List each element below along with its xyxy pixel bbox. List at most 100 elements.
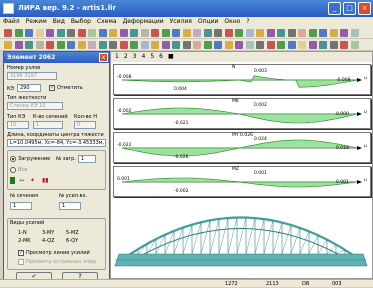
toolbar-icon[interactable]	[88, 29, 96, 37]
force-5mz[interactable]: 5-MZ	[66, 230, 79, 236]
toolbar-icon[interactable]	[287, 41, 296, 49]
load-num-field[interactable]: 1	[78, 155, 96, 163]
count-field[interactable]: 0	[74, 121, 96, 129]
toolbar-icon[interactable]	[119, 29, 128, 37]
toolbar-icon[interactable]	[109, 29, 117, 37]
toolbar-icon[interactable]	[161, 29, 170, 37]
toolbar-icon[interactable]	[224, 29, 233, 37]
toolbar-icon[interactable]	[98, 29, 107, 37]
toolbar-icon[interactable]	[67, 29, 75, 37]
fe-field[interactable]: 290	[17, 84, 41, 92]
toolbar-icon[interactable]	[119, 41, 128, 49]
toolbar-icon[interactable]	[340, 41, 348, 49]
toolbar-icon[interactable]	[245, 29, 254, 37]
tab-7[interactable]: ■	[168, 53, 174, 60]
toolbar-icon[interactable]	[25, 41, 33, 49]
arrow-icon[interactable]: ↔	[19, 177, 24, 184]
toolbar-icon[interactable]	[203, 41, 212, 49]
toolbar-icon[interactable]	[140, 41, 149, 49]
force-1n[interactable]: 1-N	[18, 230, 27, 236]
sections-field[interactable]: 1	[33, 121, 63, 129]
toolbar-icon[interactable]	[14, 41, 23, 49]
toolbar-icon[interactable]	[193, 29, 201, 37]
toolbar-icon[interactable]	[77, 29, 86, 37]
toolbar-icon[interactable]	[130, 41, 138, 49]
menu-item[interactable]: Деформации	[123, 18, 164, 25]
toolbar-icon[interactable]	[151, 41, 159, 49]
pin-icon[interactable]: ✦	[30, 177, 35, 184]
toolbar-icon[interactable]	[340, 29, 348, 37]
toolbar-icon[interactable]	[350, 41, 359, 49]
toolbar-icon[interactable]	[245, 41, 254, 49]
shield-icon[interactable]	[10, 177, 15, 184]
nodes-field[interactable]: 3196 3197	[7, 72, 57, 80]
toolbar-icon[interactable]	[256, 29, 264, 37]
tab-1[interactable]: 1	[115, 53, 119, 60]
toolbar-icon[interactable]	[298, 29, 306, 37]
maximize-button[interactable]: □	[343, 2, 356, 15]
other-check[interactable]	[18, 259, 24, 265]
toolbar-icon[interactable]	[308, 41, 317, 49]
toolbar-icon[interactable]	[4, 41, 12, 49]
all-radio[interactable]	[10, 167, 16, 173]
toolbar-icon[interactable]	[56, 29, 65, 37]
menu-item[interactable]: Файл	[3, 18, 20, 25]
toolbar-icon[interactable]	[172, 29, 180, 37]
toolbar-icon[interactable]	[35, 29, 44, 37]
force-2mk[interactable]: 2-MK	[18, 238, 31, 244]
tab-5[interactable]: 5	[150, 53, 154, 60]
toolbar-icon[interactable]	[56, 41, 65, 49]
toolbar-icon[interactable]	[140, 29, 149, 37]
fe-type-field[interactable]: 10	[7, 121, 29, 129]
toolbar-icon[interactable]	[329, 29, 338, 37]
force-6qy[interactable]: 6-QY	[66, 238, 78, 244]
toolbar-icon[interactable]	[46, 41, 54, 49]
load-radio[interactable]	[10, 156, 16, 162]
toolbar-icon[interactable]	[287, 29, 296, 37]
toolbar-icon[interactable]	[14, 29, 23, 37]
toolbar-icon[interactable]	[319, 29, 327, 37]
toolbar-icon[interactable]	[67, 41, 75, 49]
tab-6[interactable]: 6	[159, 53, 163, 60]
tab-2[interactable]: 2	[124, 53, 128, 60]
line-check[interactable]: ✓	[18, 250, 24, 256]
close-button[interactable]: ×	[358, 2, 371, 15]
toolbar-icon[interactable]	[298, 41, 306, 49]
toolbar-icon[interactable]	[46, 29, 54, 37]
toolbar-icon[interactable]	[214, 29, 222, 37]
toolbar-icon[interactable]	[88, 41, 96, 49]
toolbar-icon[interactable]	[193, 41, 201, 49]
toolbar-icon[interactable]	[277, 29, 285, 37]
menu-item[interactable]: Схема	[97, 18, 117, 25]
tab-4[interactable]: 4	[141, 53, 145, 60]
toolbar-icon[interactable]	[308, 29, 317, 37]
tab-3[interactable]: 3	[133, 53, 137, 60]
menu-item[interactable]: Усилия	[170, 18, 192, 25]
stiffness-select[interactable]: Стенка КЭ 10	[7, 102, 63, 110]
toolbar-icon[interactable]	[224, 41, 233, 49]
toolbar-icon[interactable]	[109, 41, 117, 49]
toolbar-icon[interactable]	[319, 41, 327, 49]
toolbar-icon[interactable]	[130, 29, 138, 37]
force-4qz[interactable]: 4-QZ	[42, 238, 55, 244]
diagram-plot-2[interactable]: MK -0.002 0.000 0.002 -0.021 u	[113, 98, 371, 129]
panel-close-icon[interactable]: x	[99, 53, 108, 62]
diagram-plot-1[interactable]: N -0.008 -0.008 0.003 0.004 u	[113, 64, 371, 95]
toolbar-icon[interactable]	[77, 41, 86, 49]
toolbar-icon[interactable]	[235, 41, 243, 49]
menu-item[interactable]: ?	[246, 18, 249, 25]
menu-item[interactable]: Выбор	[71, 18, 91, 25]
toolbar-icon[interactable]	[203, 29, 212, 37]
toolbar-icon[interactable]	[98, 41, 107, 49]
bridge-model[interactable]	[111, 190, 372, 278]
toolbar-icon[interactable]	[172, 41, 180, 49]
menu-item[interactable]: Вид	[53, 18, 65, 25]
toolbar-icon[interactable]	[182, 41, 191, 49]
menu-item[interactable]: Режим	[26, 18, 47, 25]
mark-checkbox[interactable]: ✓	[49, 85, 55, 91]
toolbar-icon[interactable]	[277, 41, 285, 49]
toolbar-icon[interactable]	[25, 29, 33, 37]
diagram-plot-3[interactable]: MY 0.026 -0.022 0.018 0.024 -0.026 u	[113, 132, 371, 163]
force-3my[interactable]: 3-MY	[42, 230, 54, 236]
toolbar-icon[interactable]	[4, 29, 12, 37]
